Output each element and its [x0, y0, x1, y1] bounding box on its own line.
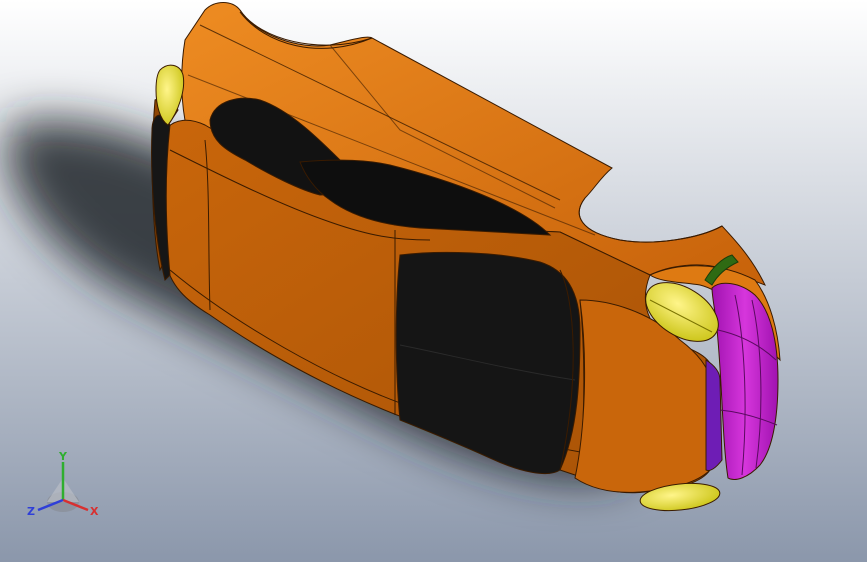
- x-axis-label: X: [90, 505, 99, 518]
- graphics-viewport[interactable]: Y X Z: [0, 0, 867, 562]
- axis-triad[interactable]: Y X Z: [22, 448, 106, 528]
- model-scene[interactable]: [0, 0, 867, 562]
- z-axis-label: Z: [27, 505, 35, 518]
- y-axis-label: Y: [58, 450, 68, 463]
- inner-grille: [705, 359, 723, 471]
